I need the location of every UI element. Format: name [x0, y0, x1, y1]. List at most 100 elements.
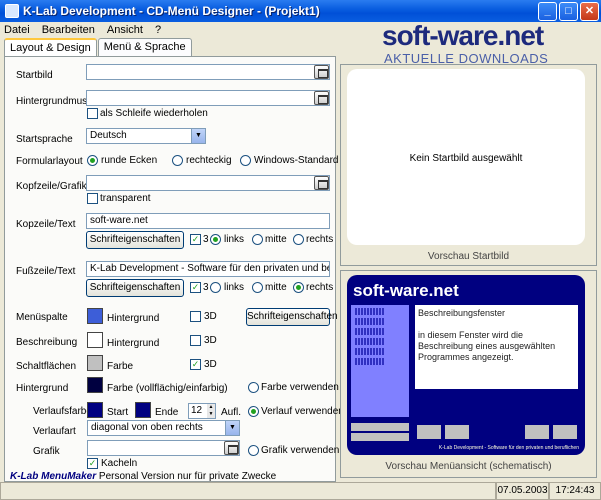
license-text: Personal Version nur für private Zwecke: [98, 471, 277, 482]
preview-button-bar: [351, 433, 409, 441]
kopfzeile-browse-icon[interactable]: [314, 176, 329, 190]
schaltflaechen-color-swatch[interactable]: [87, 355, 103, 371]
title-bar: K-Lab Development - CD-Menü Designer - (…: [0, 0, 601, 22]
loop-checkbox[interactable]: [87, 108, 98, 119]
grafik-browse-icon[interactable]: [224, 441, 239, 455]
kopfzeile-grafik-field[interactable]: [86, 175, 330, 191]
preview-menu-header: soft-ware.net: [353, 281, 459, 300]
menuspalte-color-swatch[interactable]: [87, 308, 103, 324]
verlauf-end-swatch[interactable]: [135, 402, 151, 418]
beschreibung-3d-checkbox[interactable]: [190, 335, 201, 346]
preview-menu-group: soft-ware.net Beschreibungsfenster in di…: [340, 270, 597, 478]
status-bar: 07.05.2003 17:24:43: [0, 482, 601, 500]
preview-button: [417, 425, 441, 439]
fusszeile-font-button[interactable]: Schrifteigenschaften: [86, 279, 184, 297]
radio-rechteckig-label: rechteckig: [186, 155, 232, 166]
menuspalte-3d-checkbox[interactable]: [190, 311, 201, 322]
menu-ansicht[interactable]: Ansicht: [107, 24, 143, 36]
kacheln-checkbox[interactable]: ✓: [87, 458, 98, 469]
kopfzeile-3d-checkbox[interactable]: ✓: [190, 234, 201, 245]
fusszeile-text-field[interactable]: K-Lab Development - Software für den pri…: [86, 261, 330, 277]
transparent-checkbox[interactable]: [87, 193, 98, 204]
verlauf-start-swatch[interactable]: [87, 402, 103, 418]
spinner-arrows-icon[interactable]: ▲ ▼: [207, 404, 215, 418]
formularlayout-label: Formularlayout: [16, 156, 83, 167]
preview-startbild-caption: Vorschau Startbild: [427, 251, 510, 262]
verlauf-steps-value: 12: [191, 405, 203, 416]
verlaufart-value: diagonal von oben rechts: [91, 422, 203, 433]
radio-windows-standard[interactable]: [240, 155, 251, 166]
startbild-browse-icon[interactable]: [314, 65, 329, 79]
license-note: K-Lab MenuMaker Personal Version nur für…: [10, 471, 276, 482]
app-icon: [5, 4, 19, 18]
preview-menu: soft-ware.net Beschreibungsfenster in di…: [347, 275, 585, 455]
menu-bar: Datei Bearbeiten Ansicht ?: [0, 22, 601, 38]
maximize-button[interactable]: □: [559, 1, 578, 21]
radio-farbe-verwenden[interactable]: [248, 382, 259, 393]
radio-windows-standard-label: Windows-Standard: [254, 155, 339, 166]
verlaufsfarbe-label: Verlaufsfarbe: [33, 406, 92, 417]
fusszeile-align-links-label: links: [224, 282, 245, 293]
hintergrund-color-swatch[interactable]: [87, 377, 103, 393]
kopfzeile-grafik-label: Kopfzeile/Grafik: [16, 181, 87, 192]
fusszeile-3d-label: 3: [203, 282, 209, 293]
kopfzeile-3d-label: 3: [203, 234, 209, 245]
kopfzeile-align-mitte[interactable]: [252, 234, 263, 245]
menuspalte-font-button[interactable]: Schrifteigenschaften: [246, 308, 338, 326]
preview-button: [445, 425, 469, 439]
startbild-field[interactable]: [86, 64, 330, 80]
menu-help[interactable]: ?: [155, 24, 161, 36]
preview-desc-title: Beschreibungsfenster: [418, 308, 506, 318]
transparent-label: transparent: [100, 193, 151, 204]
verlauf-end-label: Ende: [155, 407, 179, 418]
hintergrundmusik-field[interactable]: [86, 90, 330, 106]
preview-menu-column: [351, 305, 409, 417]
beschreibung-color-swatch[interactable]: [87, 332, 103, 348]
kopfzeile-align-mitte-label: mitte: [265, 234, 287, 245]
radio-verlauf-verwenden[interactable]: [248, 406, 259, 417]
radio-runde-ecken[interactable]: [87, 155, 98, 166]
schaltflaechen-3d-checkbox[interactable]: ✓: [190, 359, 201, 370]
radio-verlauf-verwenden-label: Verlauf verwenden: [261, 406, 344, 417]
status-date: 07.05.2003: [496, 482, 549, 500]
verlaufart-select[interactable]: diagonal von oben rechts ▼: [87, 420, 240, 436]
hintergrundmusik-label: Hintergrundmusik: [16, 96, 95, 107]
kopfzeile-align-rechts[interactable]: [293, 234, 304, 245]
minimize-button[interactable]: _: [538, 1, 557, 21]
fusszeile-align-rechts-label: rechts: [306, 282, 334, 293]
fusszeile-align-rechts[interactable]: [293, 282, 304, 293]
beschreibung-3d-label: 3D: [204, 335, 217, 346]
grafik-field[interactable]: [87, 440, 240, 456]
menuspalte-label: Menüspalte: [16, 312, 68, 323]
fusszeile-align-links[interactable]: [210, 282, 221, 293]
kacheln-label: Kacheln: [101, 458, 138, 469]
tab-layout-design[interactable]: Layout & Design: [4, 38, 97, 57]
radio-farbe-verwenden-label: Farbe verwenden: [261, 382, 339, 393]
chevron-down-icon[interactable]: ▼: [225, 421, 239, 435]
kopfzeile-font-button[interactable]: Schrifteigenschaften: [86, 231, 184, 249]
verlaufart-label: Verlaufart: [33, 426, 76, 437]
startsprache-select[interactable]: Deutsch ▼: [86, 128, 206, 144]
chevron-down-icon[interactable]: ▼: [191, 129, 205, 143]
fusszeile-3d-checkbox[interactable]: ✓: [190, 282, 201, 293]
grafik-label: Grafik: [33, 446, 60, 457]
preview-startbild: Kein Startbild ausgewählt: [347, 69, 585, 245]
radio-grafik-verwenden[interactable]: [248, 445, 259, 456]
kopfzeile-text-field[interactable]: soft-ware.net: [86, 213, 330, 229]
kopfzeile-align-links[interactable]: [210, 234, 221, 245]
hintergrundmusik-browse-icon[interactable]: [314, 91, 329, 105]
fusszeile-align-mitte[interactable]: [252, 282, 263, 293]
menu-bearbeiten[interactable]: Bearbeiten: [42, 24, 95, 36]
beschreibung-label: Beschreibung: [16, 337, 78, 348]
verlauf-steps-stepper[interactable]: 12 ▲ ▼: [188, 403, 216, 419]
schaltflaechen-swatch-label: Farbe: [107, 361, 134, 372]
preview-desc-text: in diesem Fenster wird die Beschreibung …: [418, 330, 556, 362]
tab-menu-sprache[interactable]: Menü & Sprache: [97, 38, 192, 56]
license-brand: K-Lab MenuMaker: [10, 471, 97, 482]
menuspalte-swatch-label: Hintergrund: [107, 313, 160, 324]
preview-button-bar: [351, 423, 409, 431]
menu-datei[interactable]: Datei: [4, 24, 30, 36]
close-button[interactable]: ✕: [580, 1, 599, 21]
radio-rechteckig[interactable]: [172, 155, 183, 166]
status-time: 17:24:43: [549, 482, 601, 500]
